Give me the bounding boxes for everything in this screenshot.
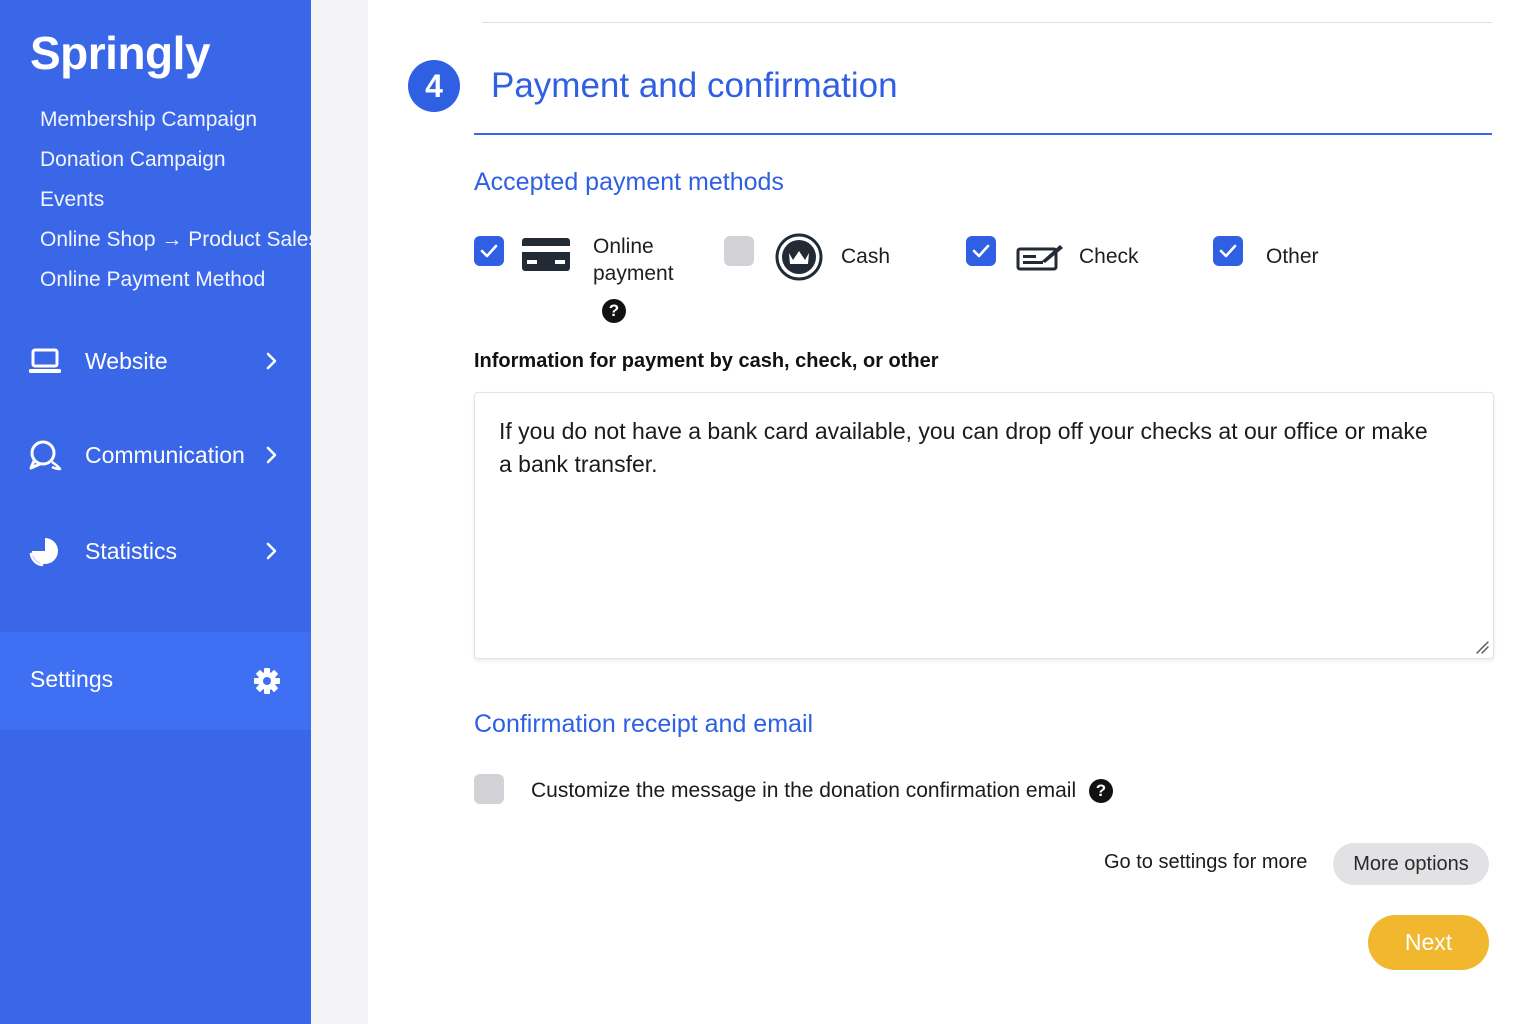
check-checkbox[interactable] (966, 236, 996, 266)
sidebar-item-website[interactable]: Website (0, 331, 311, 391)
sidebar: Springly Membership Campaign Donation Ca… (0, 0, 319, 1024)
sidebar-item-label: Statistics (85, 537, 178, 564)
main-panel: 4 Payment and confirmation Accepted paym… (368, 0, 1536, 1024)
cash-coin-icon (775, 233, 823, 281)
payment-info-text: If you do not have a bank card available… (499, 418, 1428, 477)
payment-info-textarea[interactable]: If you do not have a bank card available… (474, 392, 1494, 659)
next-button[interactable]: Next (1368, 915, 1489, 970)
online-payment-label: Online payment (593, 233, 674, 287)
settings-hint-text: Go to settings for more (1104, 851, 1308, 873)
cash-label: Cash (841, 245, 891, 268)
sidebar-sub-links: Membership Campaign Donation Campaign Ev… (40, 104, 319, 304)
online-payment-label-line2: payment (593, 262, 674, 285)
cash-checkbox[interactable] (724, 236, 754, 266)
payment-methods-title: Accepted payment methods (474, 168, 784, 196)
sidebar-link-events[interactable]: Events (40, 184, 319, 224)
sidebar-item-statistics[interactable]: Statistics (0, 521, 311, 581)
more-options-button[interactable]: More options (1333, 843, 1489, 885)
chevron-right-icon (266, 446, 277, 464)
step-number-badge: 4 (408, 60, 460, 112)
checkmark-icon (1219, 244, 1237, 258)
sidebar-item-label: Communication (85, 441, 245, 468)
checkmark-icon (480, 244, 498, 258)
gear-icon (254, 668, 280, 694)
other-checkbox[interactable] (1213, 236, 1243, 266)
checkmark-icon (972, 244, 990, 258)
online-payment-help-icon[interactable]: ? (602, 299, 626, 323)
sidebar-link-online-payment-method[interactable]: Online Payment Method (40, 264, 319, 304)
step-title: Payment and confirmation (491, 66, 898, 105)
confirmation-section-title: Confirmation receipt and email (474, 710, 814, 738)
sidebar-link-donation-campaign[interactable]: Donation Campaign (40, 144, 319, 184)
other-label: Other (1266, 245, 1319, 268)
bank-check-icon (1016, 245, 1063, 271)
brand-logo[interactable]: Springly (30, 26, 211, 80)
customize-message-help-icon[interactable]: ? (1089, 779, 1113, 803)
sidebar-item-label: Website (85, 347, 168, 374)
sidebar-link-online-shop[interactable]: Online Shop → Product Sales (40, 224, 319, 264)
chat-bubbles-icon (29, 440, 62, 471)
online-payment-checkbox[interactable] (474, 236, 504, 266)
customize-message-checkbox[interactable] (474, 774, 504, 804)
check-label: Check (1079, 245, 1139, 268)
sidebar-link-membership-campaign[interactable]: Membership Campaign (40, 104, 319, 144)
customize-message-label: Customize the message in the donation co… (531, 779, 1077, 802)
step-title-divider (474, 133, 1492, 135)
payment-info-label: Information for payment by cash, check, … (474, 350, 939, 372)
chevron-right-icon (266, 542, 277, 560)
sidebar-item-communication[interactable]: Communication (0, 425, 311, 485)
pie-chart-icon (29, 538, 58, 567)
top-divider (482, 22, 1492, 23)
credit-card-icon (522, 238, 570, 271)
sidebar-item-label: Settings (30, 666, 114, 692)
chevron-right-icon (266, 352, 277, 370)
resize-grip-icon[interactable] (1475, 640, 1489, 654)
sidebar-item-settings[interactable]: Settings (0, 632, 311, 730)
online-payment-label-line1: Online (593, 235, 654, 258)
laptop-icon (29, 348, 61, 373)
